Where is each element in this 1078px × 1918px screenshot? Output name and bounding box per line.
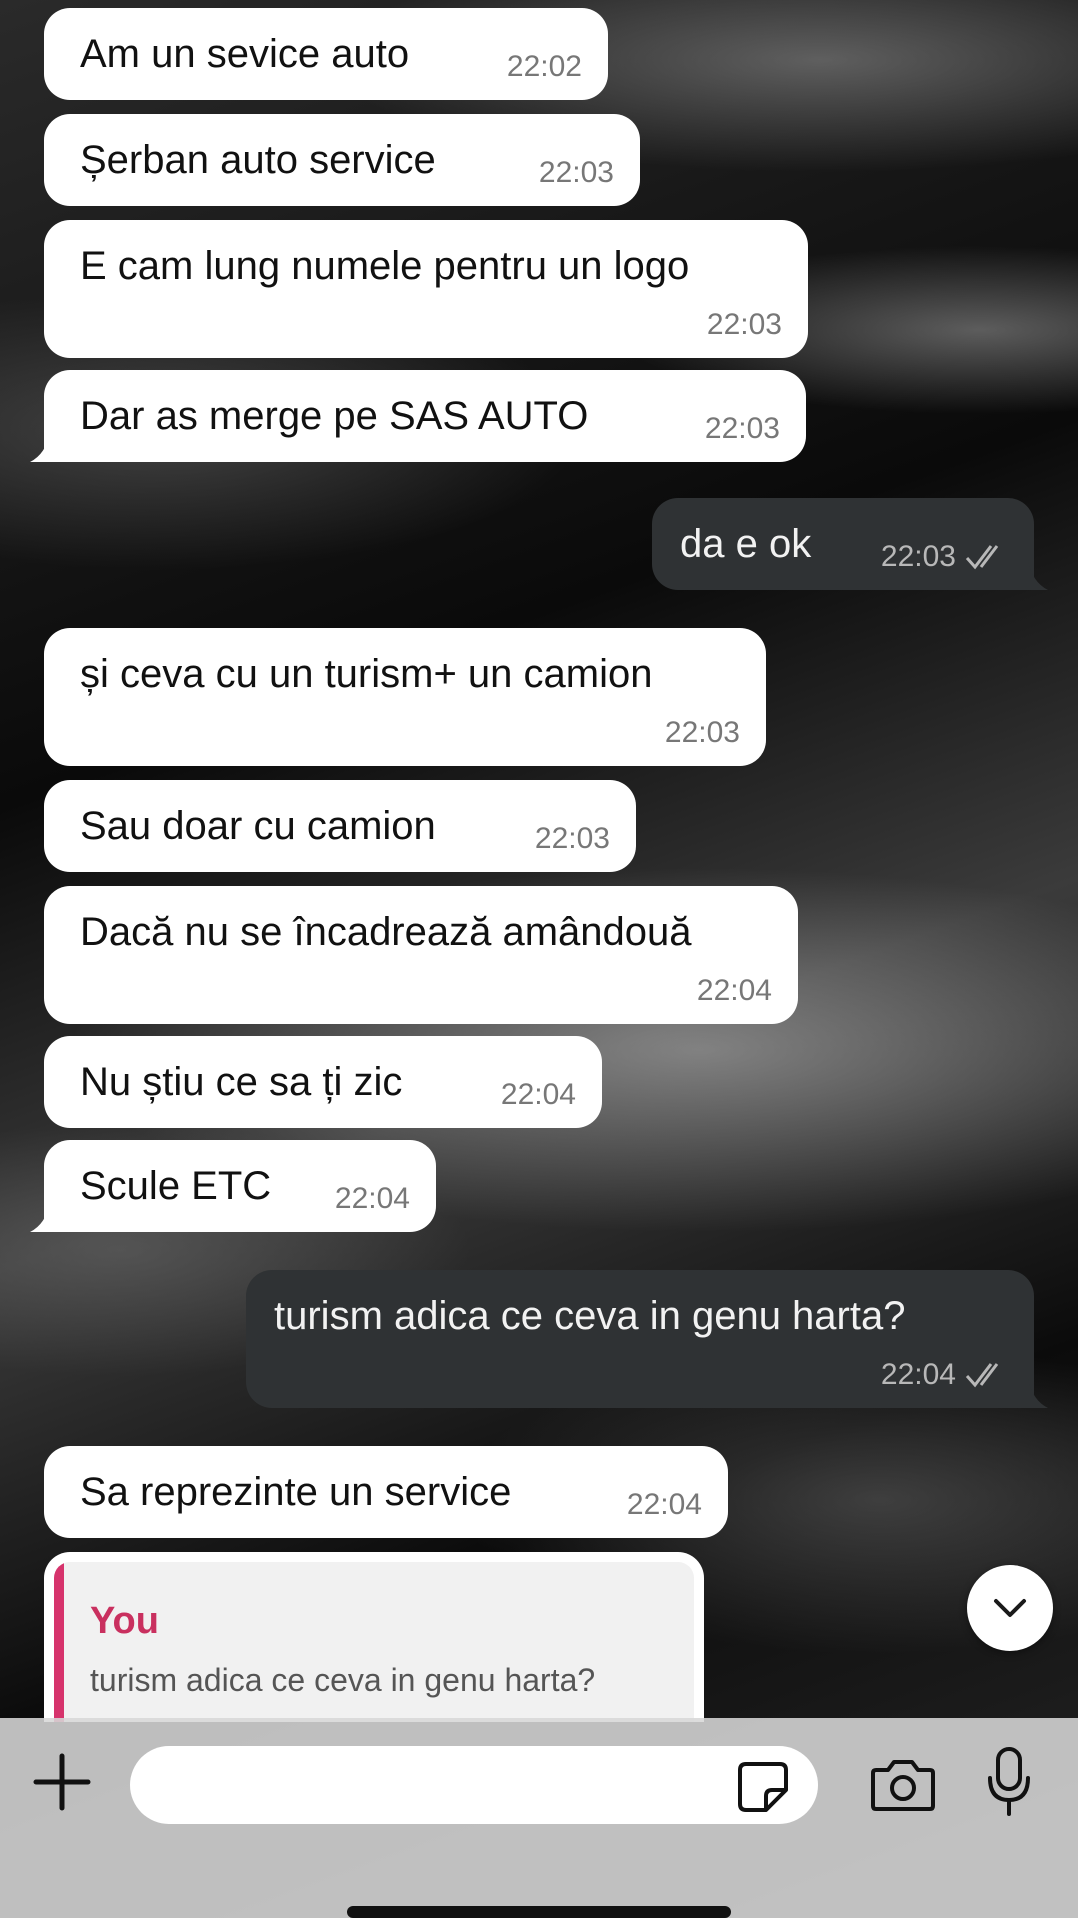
quoted-sender: You	[90, 1600, 159, 1642]
microphone-icon[interactable]	[986, 1746, 1032, 1818]
message-time: 22:04	[880, 1358, 956, 1391]
bubble-tail	[30, 1202, 68, 1232]
bubble-tail	[1010, 1378, 1048, 1408]
scroll-to-bottom-button[interactable]	[967, 1565, 1053, 1651]
double-check-icon	[965, 1363, 999, 1388]
message-time: 22:02	[506, 50, 582, 83]
message-input[interactable]	[130, 1746, 818, 1824]
quote-accent-bar	[54, 1562, 64, 1722]
message-time: 22:03	[706, 308, 782, 341]
message-text: Nu știu ce sa ți zic	[80, 1060, 403, 1104]
message-text: Scule ETC	[80, 1164, 272, 1208]
message-bubble-incoming[interactable]: Sau doar cu camion 22:03	[44, 780, 636, 872]
double-check-icon	[965, 545, 999, 570]
message-bubble-incoming[interactable]: Scule ETC 22:04	[30, 1140, 436, 1232]
message-text: Sa reprezinte un service	[80, 1470, 512, 1514]
message-text: Dacă nu se încadrează amândouă	[80, 910, 692, 954]
message-text: și ceva cu un turism+ un camion	[80, 652, 653, 696]
message-time: 22:04	[696, 974, 772, 1007]
quoted-message[interactable]: You turism adica ce ceva in genu harta?	[54, 1562, 694, 1722]
message-bubble-incoming[interactable]: Am un sevice auto 22:02	[44, 8, 608, 100]
camera-icon[interactable]	[870, 1754, 936, 1814]
message-bubble-incoming[interactable]: Dacă nu se încadrează amândouă 22:04	[44, 886, 798, 1024]
message-composer	[0, 1718, 1078, 1918]
home-indicator	[347, 1906, 731, 1918]
message-text: turism adica ce ceva in genu harta?	[274, 1294, 906, 1338]
message-text: Sau doar cu camion	[80, 804, 436, 848]
message-time: 22:04	[500, 1078, 576, 1111]
quoted-text: turism adica ce ceva in genu harta?	[90, 1662, 596, 1698]
sticker-icon[interactable]	[736, 1760, 790, 1814]
message-time: 22:03	[664, 716, 740, 749]
message-time: 22:03	[534, 822, 610, 855]
message-text: Am un sevice auto	[80, 32, 410, 76]
message-text: da e ok	[680, 522, 812, 566]
bubble-tail	[30, 432, 68, 462]
message-bubble-incoming[interactable]: E cam lung numele pentru un logo 22:03	[44, 220, 808, 358]
message-bubble-incoming[interactable]: Nu știu ce sa ți zic 22:04	[44, 1036, 602, 1128]
message-time: 22:03	[538, 156, 614, 189]
reply-message-bubble[interactable]: You turism adica ce ceva in genu harta?	[44, 1552, 704, 1722]
message-text: E cam lung numele pentru un logo	[80, 244, 690, 288]
message-bubble-incoming[interactable]: și ceva cu un turism+ un camion 22:03	[44, 628, 766, 766]
message-bubble-incoming[interactable]: Sa reprezinte un service 22:04	[44, 1446, 728, 1538]
message-time: 22:03	[880, 540, 956, 573]
message-text: Șerban auto service	[80, 138, 436, 182]
message-bubble-outgoing[interactable]: turism adica ce ceva in genu harta? 22:0…	[246, 1270, 1048, 1408]
message-time: 22:04	[334, 1182, 410, 1215]
message-text: Dar as merge pe SAS AUTO	[80, 394, 589, 438]
message-bubble-incoming[interactable]: Șerban auto service 22:03	[44, 114, 640, 206]
chevron-down-icon	[994, 1599, 1026, 1617]
plus-icon[interactable]	[32, 1752, 92, 1812]
message-bubble-outgoing[interactable]: da e ok 22:03	[652, 498, 1048, 590]
message-time: 22:03	[704, 412, 780, 445]
bubble-tail	[1010, 560, 1048, 590]
message-bubble-incoming[interactable]: Dar as merge pe SAS AUTO 22:03	[30, 370, 806, 462]
message-time: 22:04	[626, 1488, 702, 1521]
